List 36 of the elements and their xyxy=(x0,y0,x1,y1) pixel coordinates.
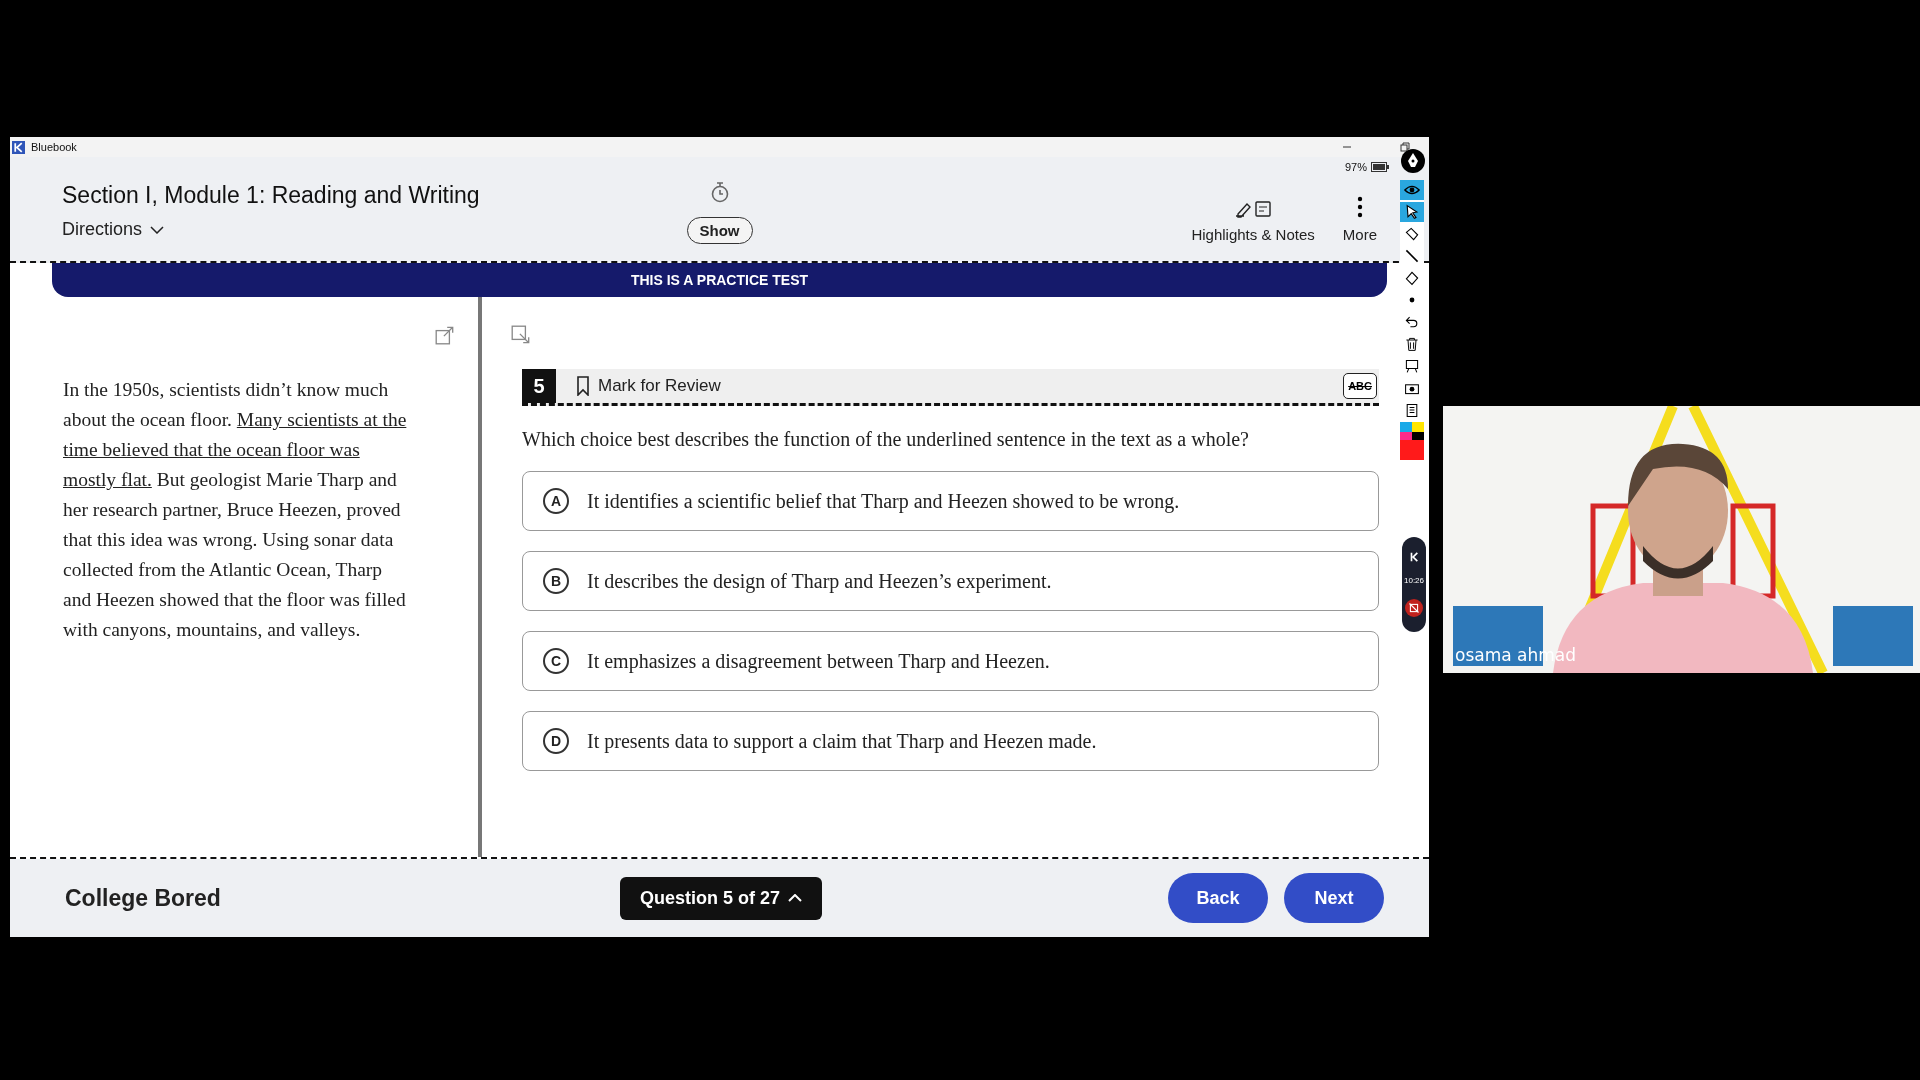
more-icon xyxy=(1356,196,1363,218)
question-prompt: Which choice best describes the function of the underlined sentence in the text as a whole? xyxy=(522,428,1250,451)
caret-up-icon xyxy=(788,894,803,902)
pointer-tool-icon[interactable] xyxy=(1400,202,1424,222)
answer-choice[interactable]: D It presents data to support a claim that Tharp and Heezen made. xyxy=(522,711,1379,771)
battery-percentage: 97% xyxy=(1344,161,1367,173)
stopwatch-icon xyxy=(709,180,730,203)
question-navigator-button[interactable]: Question 5 of 27 xyxy=(620,876,823,920)
eye-tool-icon[interactable] xyxy=(1400,180,1424,200)
student-name: College Bored xyxy=(65,884,222,912)
color-palette-icon[interactable] xyxy=(1400,422,1424,460)
mark-for-review-button[interactable]: Mark for Review xyxy=(576,376,721,396)
window-title: Bluebook xyxy=(31,141,77,153)
highlighter-notes-icon xyxy=(1233,200,1274,218)
app-logo-icon xyxy=(1409,552,1419,562)
back-button[interactable]: Back xyxy=(1168,873,1268,923)
answer-choice[interactable]: C It emphasizes a disagreement between Tharp and Heezen. xyxy=(522,631,1379,691)
next-button[interactable]: Next xyxy=(1284,873,1384,923)
expand-icon[interactable] xyxy=(434,324,456,346)
chevron-down-icon xyxy=(150,225,165,234)
answer-eliminator-button[interactable]: ABC xyxy=(1343,373,1377,399)
stop-recording-icon[interactable] xyxy=(1405,599,1423,617)
show-timer-button[interactable]: Show xyxy=(686,216,753,244)
more-button[interactable]: More xyxy=(1342,196,1377,243)
restore-icon[interactable] xyxy=(1399,141,1411,153)
answer-choice[interactable]: B It describes the design of Tharp and Heezen’s experiment. xyxy=(522,551,1379,611)
question-number: 5 xyxy=(522,369,556,403)
practice-test-banner: THIS IS A PRACTICE TEST xyxy=(52,263,1387,297)
battery-icon xyxy=(1371,162,1389,172)
recording-time: 10:26 xyxy=(1404,576,1424,585)
passage-text: In the 1950s, scientists didn’t know much about the ocean floor. Many scientists at the time believed that the ocean floor was mostly flat. But geologist Marie Tharp and her research partner, Bruce Heezen, proved that this idea was wrong. Using sonar data collected from the Atlantic Ocean, Tharp and Heezen showed that the floor was filled with canyons, mountains, and valleys. xyxy=(63,378,408,642)
answer-choice[interactable]: A It identifies a scientific belief that Tharp and Heezen showed to be wrong. xyxy=(522,471,1379,531)
directions-dropdown[interactable]: Directions xyxy=(62,219,165,240)
collapse-icon[interactable] xyxy=(510,324,532,346)
section-title: Section I, Module 1: Reading and Writing xyxy=(62,182,481,209)
highlights-notes-button[interactable]: Highlights & Notes xyxy=(1191,200,1315,243)
